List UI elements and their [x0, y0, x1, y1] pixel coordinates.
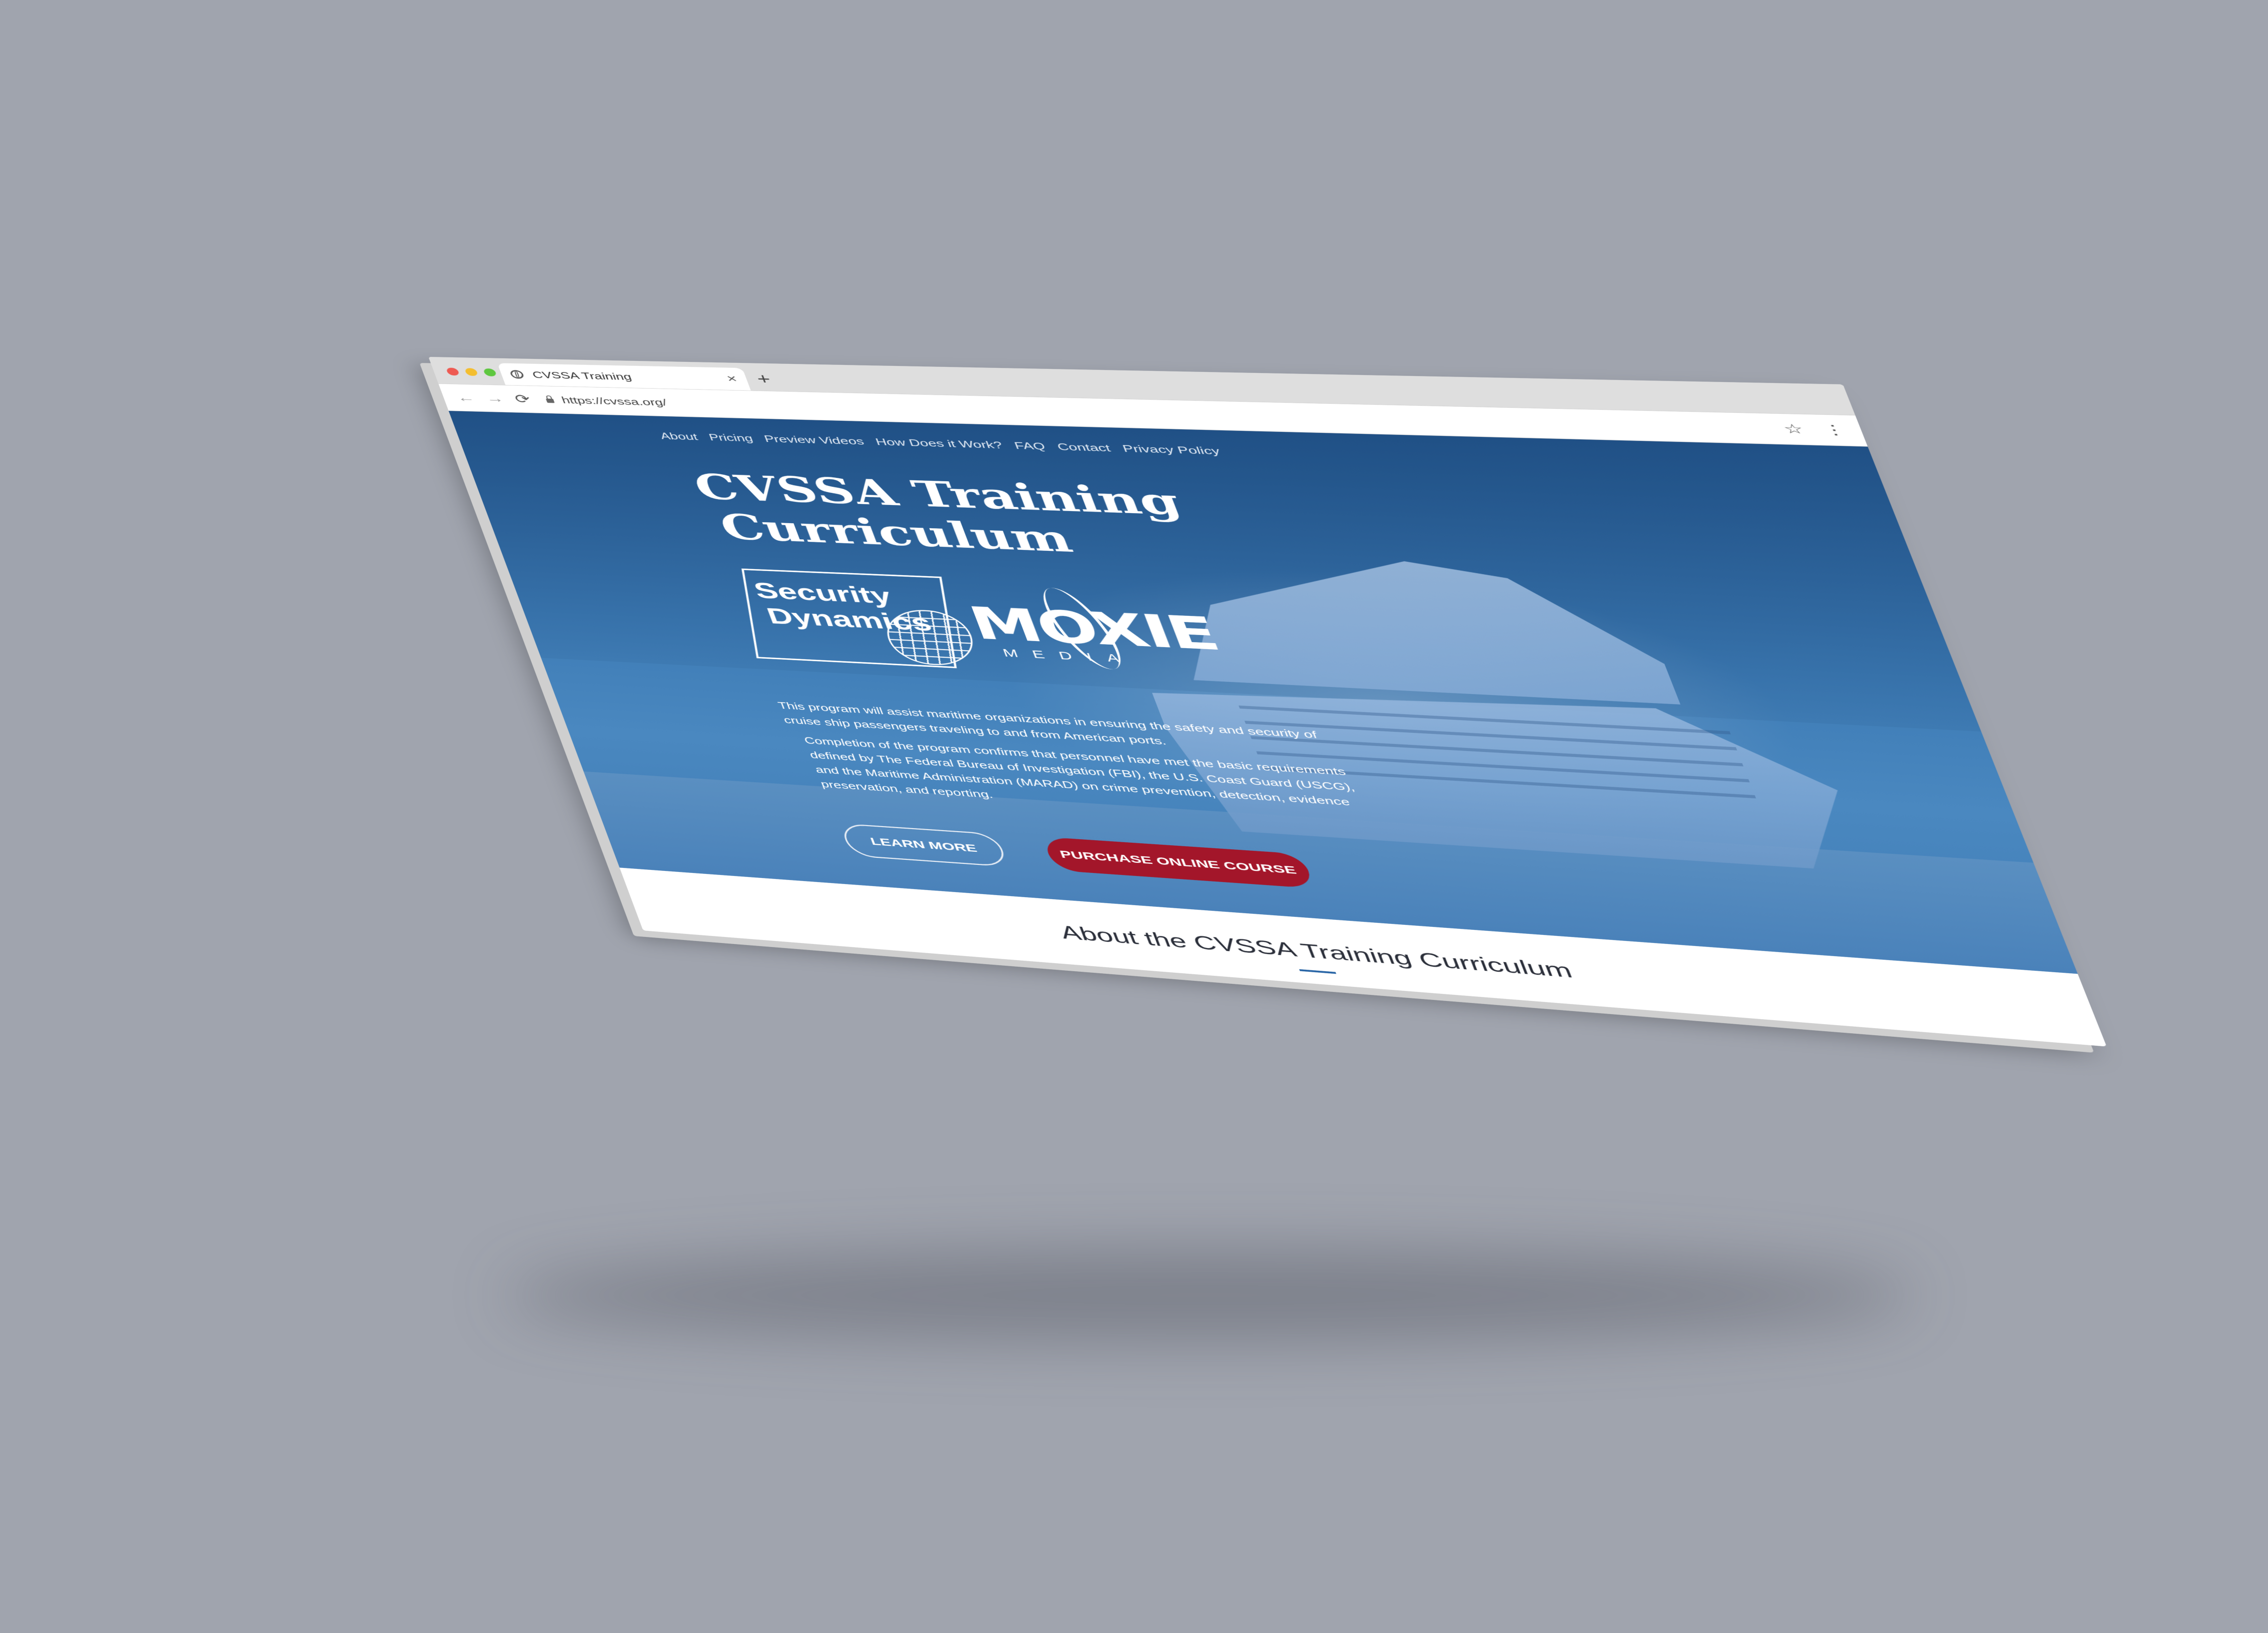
nav-about[interactable]: About — [659, 430, 700, 443]
lock-icon — [545, 398, 555, 403]
url-text: https://cvssa.org/ — [559, 394, 669, 408]
minimize-window-button[interactable] — [464, 368, 479, 376]
address-bar-actions: ☆ ⋮ — [1781, 421, 1848, 437]
nav-contact[interactable]: Contact — [1055, 441, 1112, 454]
url-field[interactable]: https://cvssa.org/ — [544, 394, 669, 408]
security-dynamics-logo: Security Dynamics — [741, 568, 977, 668]
back-arrow-icon[interactable]: ← — [454, 391, 477, 405]
tab-title: CVSSA Training — [530, 369, 634, 382]
heading-underline — [1299, 969, 1337, 974]
moxie-media-logo: MOXIE MEDIA — [956, 583, 1225, 674]
globe-icon — [883, 608, 977, 667]
hero-background-hills — [449, 411, 1981, 732]
nav-faq[interactable]: FAQ — [1013, 440, 1047, 453]
maximize-window-button[interactable] — [482, 368, 497, 376]
forward-arrow-icon[interactable]: → — [483, 391, 506, 405]
new-tab-button[interactable]: + — [754, 371, 774, 388]
bookmark-star-icon[interactable]: ☆ — [1781, 421, 1806, 436]
browser-menu-icon[interactable]: ⋮ — [1820, 422, 1848, 437]
globe-icon — [509, 370, 525, 379]
mockup-stage: CVSSA Training × + ← → ⟳ https://cvssa.o… — [0, 0, 2268, 1633]
reload-icon[interactable]: ⟳ — [512, 392, 533, 406]
window-controls — [446, 367, 497, 376]
close-window-button[interactable] — [446, 367, 460, 376]
device-shadow — [504, 1250, 1915, 1341]
browser-window: CVSSA Training × + ← → ⟳ https://cvssa.o… — [428, 357, 2107, 1047]
nav-pricing[interactable]: Pricing — [707, 432, 754, 445]
